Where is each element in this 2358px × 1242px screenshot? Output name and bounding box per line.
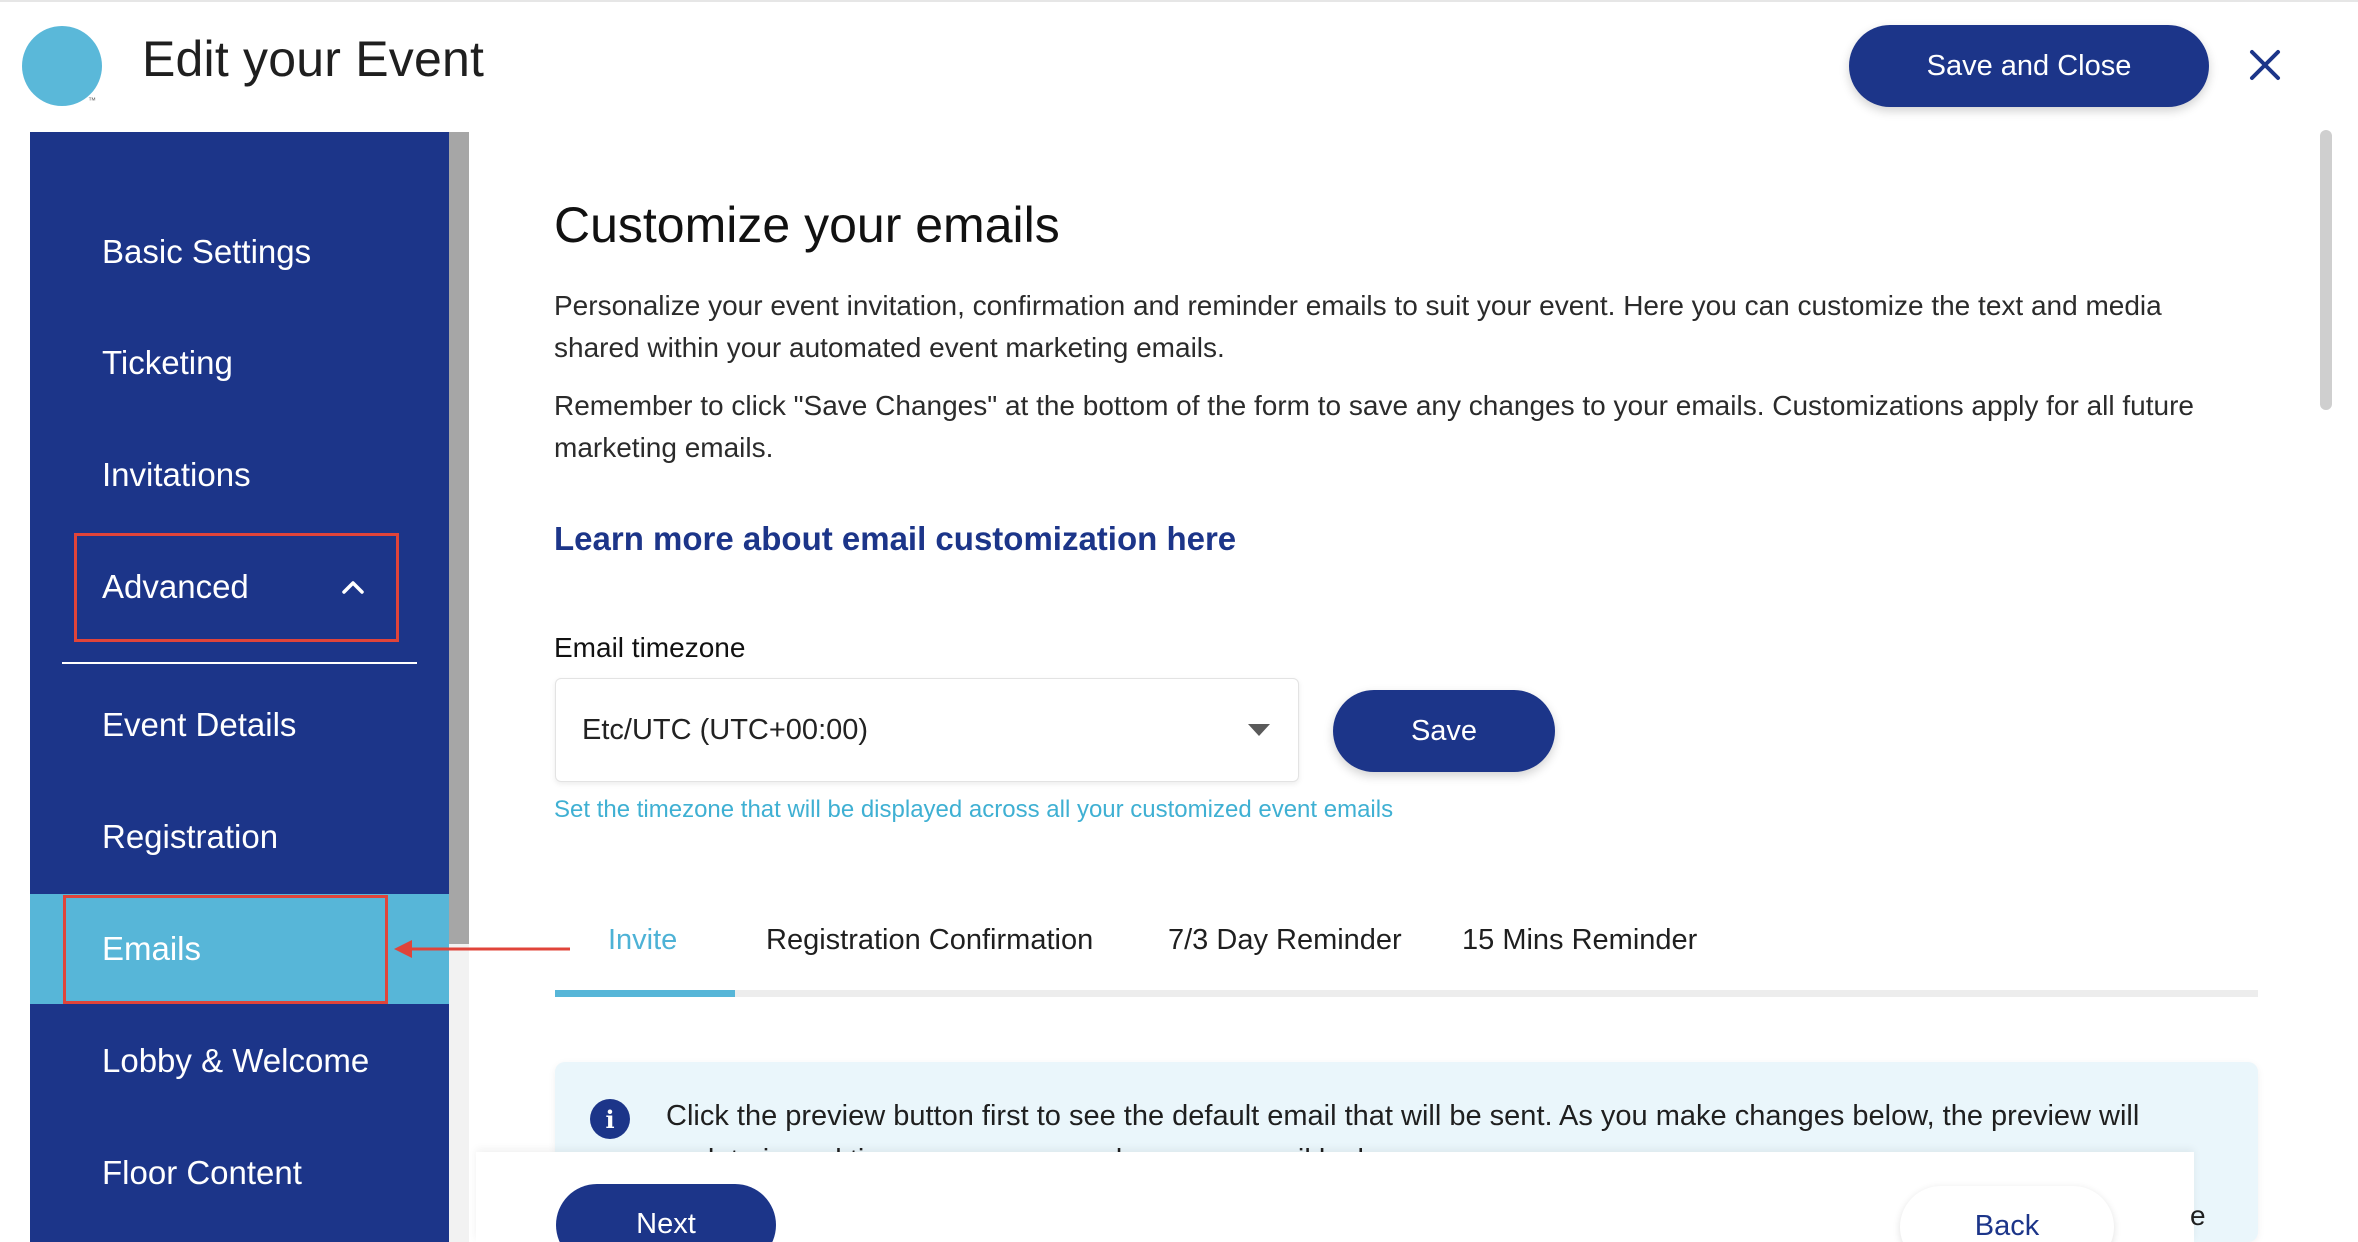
sidebar-item-label: Invitations: [102, 456, 251, 493]
sidebar-item-label: Ticketing: [102, 344, 233, 381]
sidebar-item-registration[interactable]: Registration: [30, 782, 449, 892]
sidebar-item-floor-content[interactable]: Floor Content: [30, 1118, 449, 1228]
tab-7-3-day-reminder[interactable]: 7/3 Day Reminder: [1168, 924, 1402, 957]
sidebar-item-ticketing[interactable]: Ticketing: [30, 308, 449, 418]
logo-trademark: ™: [88, 96, 96, 105]
save-reminder-paragraph: Remember to click "Save Changes" at the …: [554, 390, 2194, 463]
intro-paragraph: Personalize your event invitation, confi…: [554, 290, 2162, 363]
sidebar-divider: [62, 662, 417, 664]
sidebar-scrollbar-track: [449, 944, 469, 1242]
tab-registration-confirmation[interactable]: Registration Confirmation: [766, 924, 1093, 957]
caret-down-icon[interactable]: [1248, 724, 1270, 738]
timezone-label: Email timezone: [554, 632, 746, 663]
highlight-box-advanced: [74, 533, 399, 642]
sidebar-item-label: Registration: [102, 818, 279, 855]
sidebar-item-lobby-welcome[interactable]: Lobby & Welcome: [30, 1006, 449, 1116]
highlight-box-emails: [63, 895, 388, 1004]
app-logo: [22, 26, 102, 106]
sidebar-item-label: Lobby & Welcome: [102, 1042, 370, 1079]
sidebar-item-label: Basic Settings: [102, 233, 312, 270]
next-button[interactable]: Next: [556, 1184, 776, 1242]
learn-more-link[interactable]: Learn more about email customization her…: [554, 520, 1236, 558]
timezone-value: Etc/UTC (UTC+00:00): [582, 713, 869, 746]
truncated-text: e: [2190, 1200, 2206, 1231]
sidebar-item-label: Floor Content: [102, 1154, 302, 1191]
save-timezone-button[interactable]: Save: [1333, 690, 1555, 772]
timezone-select[interactable]: Etc/UTC (UTC+00:00): [555, 678, 1299, 782]
sidebar-item-basic-settings[interactable]: Basic Settings: [30, 197, 449, 307]
annotation-arrow-icon: [394, 940, 570, 958]
section-title: Customize your emails: [554, 197, 1060, 253]
info-banner-text: Click the preview button first to see th…: [666, 1100, 2140, 1154]
page-title: Edit your Event: [142, 31, 485, 87]
sidebar-scrollbar[interactable]: [449, 132, 469, 944]
sidebar-item-event-details[interactable]: Event Details: [30, 670, 449, 780]
top-border: [0, 0, 2358, 2]
info-icon: i: [590, 1099, 630, 1139]
tab-track: [555, 990, 2258, 997]
timezone-hint: Set the timezone that will be displayed …: [554, 796, 1394, 823]
active-tab-indicator: [555, 990, 735, 997]
back-button[interactable]: Back: [1900, 1186, 2114, 1242]
close-icon[interactable]: [2244, 44, 2286, 86]
tab-invite[interactable]: Invite: [608, 924, 677, 957]
save-and-close-button[interactable]: Save and Close: [1849, 25, 2209, 107]
sidebar-item-label: Event Details: [102, 706, 297, 743]
main-scrollbar[interactable]: [2320, 130, 2332, 410]
tab-15-mins-reminder[interactable]: 15 Mins Reminder: [1462, 924, 1697, 957]
sidebar-item-invitations[interactable]: Invitations: [30, 420, 449, 530]
